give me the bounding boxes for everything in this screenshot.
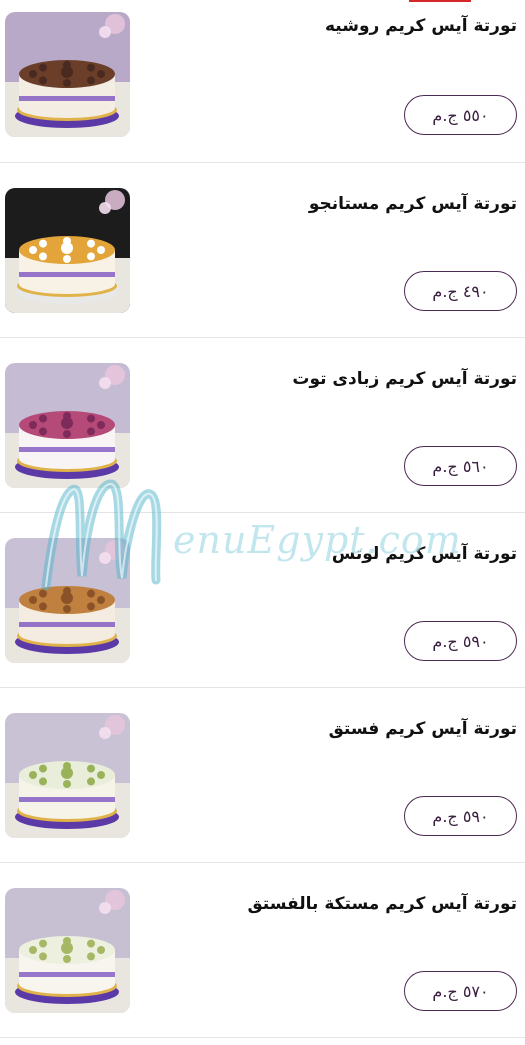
price-button[interactable]: ٥٩٠ ج.م	[404, 796, 517, 836]
menu-item[interactable]: تورتة آيس كريم زبادى توت ٥٦٠ ج.م	[0, 338, 525, 513]
product-title: تورتة آيس كريم مستكة بالفستق	[247, 894, 517, 914]
cake-illustration	[5, 713, 130, 838]
product-image[interactable]	[5, 888, 130, 1013]
menu-item[interactable]: تورتة آيس كريم فستق ٥٩٠ ج.م	[0, 688, 525, 863]
cake-illustration	[5, 12, 130, 137]
product-image[interactable]	[5, 713, 130, 838]
cake-illustration	[5, 188, 130, 313]
product-image[interactable]	[5, 12, 130, 137]
product-title: تورتة آيس كريم لوتس	[331, 544, 517, 564]
menu-item[interactable]: تورتة آيس كريم مستانجو ٤٩٠ ج.م	[0, 163, 525, 338]
product-title: تورتة آيس كريم زبادى توت	[292, 369, 517, 389]
price-button[interactable]: ٥٥٠ ج.م	[404, 95, 517, 135]
product-title: تورتة آيس كريم مستانجو	[308, 194, 517, 214]
menu-list: تورتة آيس كريم روشيه ٥٥٠ ج.م تورتة آيس ك…	[0, 0, 525, 1038]
price-button[interactable]: ٤٩٠ ج.م	[404, 271, 517, 311]
product-image[interactable]	[5, 538, 130, 663]
price-button[interactable]: ٥٧٠ ج.م	[404, 971, 517, 1011]
menu-item[interactable]: تورتة آيس كريم روشيه ٥٥٠ ج.م	[0, 0, 525, 163]
cake-illustration	[5, 363, 130, 488]
product-title: تورتة آيس كريم فستق	[328, 719, 517, 739]
menu-item[interactable]: تورتة آيس كريم مستكة بالفستق ٥٧٠ ج.م	[0, 863, 525, 1038]
menu-item[interactable]: تورتة آيس كريم لوتس ٥٩٠ ج.م	[0, 513, 525, 688]
price-button[interactable]: ٥٦٠ ج.م	[404, 446, 517, 486]
cake-illustration	[5, 538, 130, 663]
product-image[interactable]	[5, 188, 130, 313]
price-button[interactable]: ٥٩٠ ج.م	[404, 621, 517, 661]
cake-illustration	[5, 888, 130, 1013]
product-image[interactable]	[5, 363, 130, 488]
product-title: تورتة آيس كريم روشيه	[324, 16, 517, 36]
